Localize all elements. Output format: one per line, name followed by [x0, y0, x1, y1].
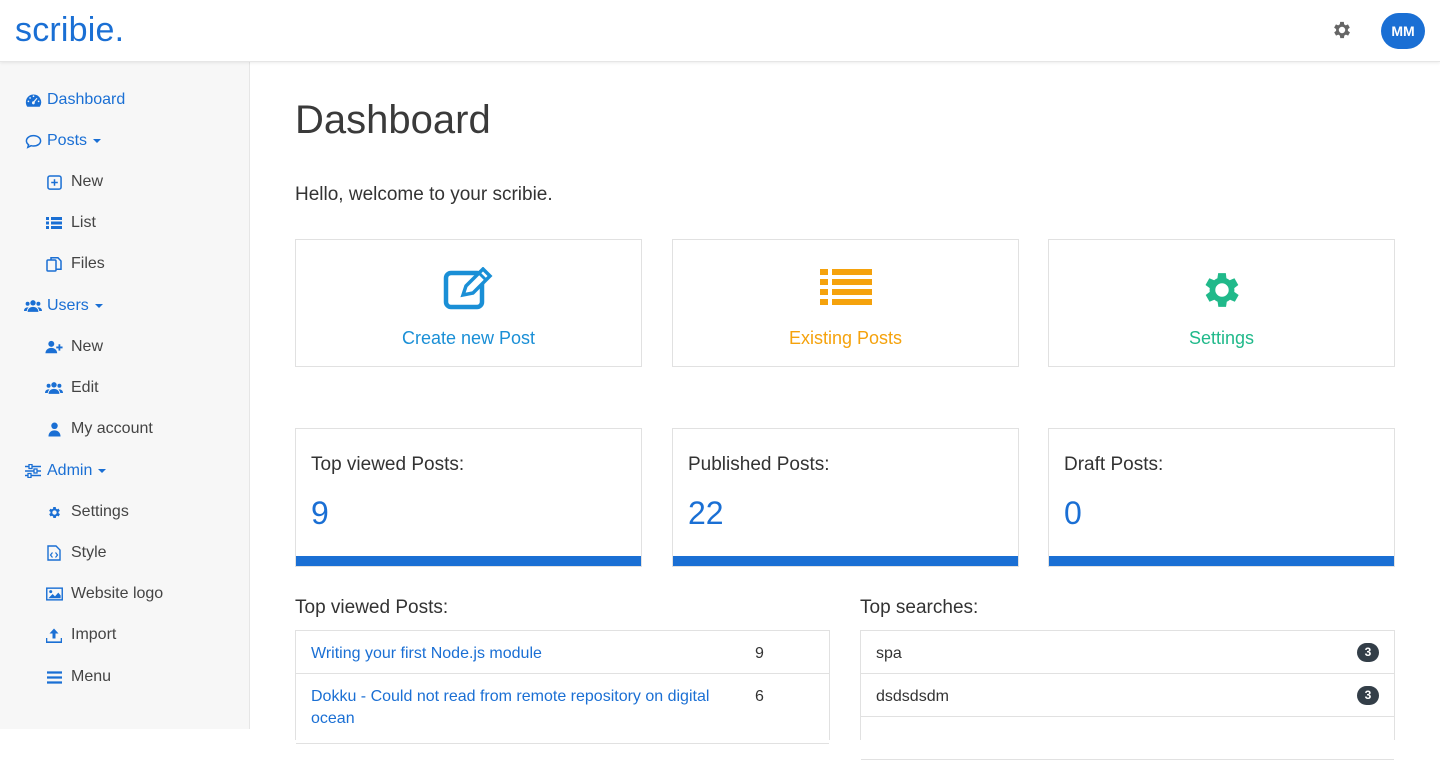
gear-icon	[1199, 267, 1245, 318]
sidebar-item-label: Files	[71, 255, 105, 272]
stat-top-viewed: Top viewed Posts: 9	[295, 428, 642, 567]
dashboard-icon	[24, 91, 42, 109]
sidebar-item-users-edit[interactable]: Edit	[45, 373, 99, 403]
sidebar: Dashboard Posts New List Files Users New…	[0, 62, 250, 729]
welcome-text: Hello, welcome to your scribie.	[295, 184, 553, 205]
sidebar-item-label: Admin	[47, 462, 93, 479]
stat-value: 0	[1064, 495, 1082, 531]
logo[interactable]: scribie.	[15, 11, 124, 50]
search-term: spa	[876, 645, 902, 662]
sidebar-item-website-logo[interactable]: Website logo	[45, 579, 163, 609]
table-row: dsdsdsdm 3	[861, 674, 1394, 717]
top-bar: scribie. MM	[0, 0, 1440, 62]
post-link[interactable]: Dokku - Could not read from remote repos…	[311, 686, 711, 730]
top-searches-table: spa 3 dsdsdsdm 3	[860, 630, 1395, 760]
avatar[interactable]: MM	[1381, 13, 1425, 49]
bars-icon	[45, 668, 63, 686]
upload-icon	[45, 626, 63, 644]
sidebar-item-label: New	[71, 173, 104, 190]
sidebar-item-label: Import	[71, 626, 117, 643]
users-icon	[24, 297, 42, 315]
sidebar-item-label: Edit	[71, 379, 99, 396]
stat-published: Published Posts: 22	[672, 428, 1019, 567]
stat-label: Top viewed Posts:	[311, 454, 465, 475]
stat-bar	[673, 556, 1018, 566]
files-icon	[45, 255, 63, 273]
top-viewed-table: Writing your first Node.js module 9 Dokk…	[295, 630, 830, 744]
list-icon	[819, 267, 872, 314]
sidebar-item-my-account[interactable]: My account	[45, 414, 153, 444]
page-title: Dashboard	[295, 98, 491, 142]
table-row: Dokku - Could not read from remote repos…	[296, 674, 829, 744]
stat-drafts: Draft Posts: 0	[1048, 428, 1395, 567]
sidebar-item-label: Style	[71, 544, 107, 561]
users-icon	[45, 379, 63, 397]
sidebar-item-label: Website logo	[71, 585, 164, 602]
sidebar-item-posts-files[interactable]: Files	[45, 249, 105, 279]
gear-icon[interactable]	[1331, 19, 1353, 41]
stat-label: Published Posts:	[688, 454, 830, 475]
sidebar-item-label: New	[71, 338, 104, 355]
existing-posts-card[interactable]: Existing Posts	[672, 239, 1019, 367]
view-count: 9	[755, 645, 764, 662]
sidebar-item-label: My account	[71, 420, 153, 437]
sidebar-item-label: Settings	[71, 503, 129, 520]
list-icon	[45, 214, 63, 232]
image-icon	[45, 585, 63, 603]
sidebar-item-posts[interactable]: Posts	[24, 126, 102, 156]
stat-bar	[1049, 556, 1394, 566]
sidebar-item-menu[interactable]: Menu	[45, 662, 111, 692]
create-post-label: Create new Post	[401, 328, 536, 348]
user-plus-icon	[45, 338, 63, 356]
stat-value: 9	[311, 495, 329, 531]
caret-down-icon	[94, 304, 103, 308]
sliders-icon	[24, 462, 42, 480]
view-count: 6	[755, 688, 764, 705]
stat-label: Draft Posts:	[1064, 454, 1164, 475]
table-row: Writing your first Node.js module 9	[296, 631, 829, 674]
sidebar-item-admin-style[interactable]: Style	[45, 538, 107, 568]
post-link[interactable]: Writing your first Node.js module	[311, 643, 711, 665]
sidebar-item-label: Users	[47, 297, 89, 314]
stat-bar	[296, 556, 641, 566]
top-viewed-title: Top viewed Posts:	[295, 597, 449, 618]
sidebar-item-label: List	[71, 214, 96, 231]
sidebar-item-users-new[interactable]: New	[45, 332, 103, 362]
sidebar-item-label: Posts	[47, 132, 88, 149]
count-badge: 3	[1357, 643, 1379, 662]
sidebar-item-posts-new[interactable]: New	[45, 167, 103, 197]
code-file-icon	[45, 544, 63, 562]
settings-label: Settings	[1188, 328, 1255, 348]
user-icon	[45, 420, 63, 438]
plus-square-icon	[45, 173, 63, 191]
table-row: spa 3	[861, 631, 1394, 674]
sidebar-item-posts-list[interactable]: List	[45, 208, 96, 238]
existing-posts-label: Existing Posts	[788, 328, 903, 348]
caret-down-icon	[93, 139, 102, 143]
settings-card[interactable]: Settings	[1048, 239, 1395, 367]
stat-value: 22	[688, 495, 724, 531]
count-badge: 3	[1357, 686, 1379, 705]
comment-icon	[24, 132, 42, 150]
sidebar-item-admin[interactable]: Admin	[24, 456, 107, 486]
sidebar-item-import[interactable]: Import	[45, 620, 116, 650]
sidebar-item-dashboard[interactable]: Dashboard	[24, 85, 125, 115]
sidebar-item-admin-settings[interactable]: Settings	[45, 497, 129, 527]
search-term: dsdsdsdm	[876, 688, 949, 705]
table-row	[861, 717, 1394, 760]
caret-down-icon	[98, 469, 107, 473]
edit-icon	[443, 266, 495, 316]
create-post-card[interactable]: Create new Post	[295, 239, 642, 367]
sidebar-item-users[interactable]: Users	[24, 291, 103, 321]
sidebar-item-label: Menu	[71, 668, 112, 685]
sidebar-item-label: Dashboard	[47, 91, 126, 108]
top-searches-title: Top searches:	[860, 597, 979, 618]
gear-icon	[45, 503, 63, 521]
